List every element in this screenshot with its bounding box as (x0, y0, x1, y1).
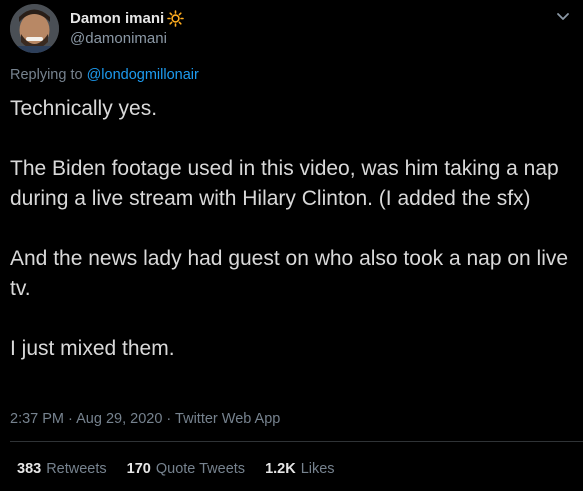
divider (10, 441, 583, 442)
sun-icon (167, 10, 184, 27)
quote-tweets-count: 170 (126, 461, 151, 477)
engagement-stats: 383 Retweets 170 Quote Tweets 1.2K Likes (17, 460, 355, 478)
likes-stat[interactable]: 1.2K Likes (265, 460, 335, 478)
reply-context: Replying to @londogmillonair (10, 66, 199, 84)
tweet-card: Damon imani @damonimani Replying to @lon… (0, 0, 583, 491)
tweet-date[interactable]: Aug 29, 2020 (76, 411, 162, 427)
chevron-down-icon[interactable] (556, 9, 570, 20)
likes-label: Likes (300, 461, 335, 477)
meta-separator: · (166, 411, 172, 427)
reply-prefix: Replying to (10, 67, 83, 83)
name-row: Damon imani (70, 9, 184, 28)
handle[interactable]: @damonimani (70, 29, 184, 48)
tweet-time[interactable]: 2:37 PM (10, 411, 64, 427)
tweet-paragraph: The Biden footage used in this video, wa… (10, 157, 559, 210)
author-block[interactable]: Damon imani @damonimani (70, 9, 184, 48)
avatar[interactable] (10, 4, 59, 53)
quote-tweets-label: Quote Tweets (155, 461, 246, 477)
reply-mention-link[interactable]: @londogmillonair (87, 67, 199, 83)
tweet-paragraph: And the news lady had guest on who also … (10, 247, 569, 300)
retweets-count: 383 (17, 461, 42, 477)
meta-separator: · (68, 411, 73, 427)
tweet-paragraph: I just mixed them. (10, 337, 175, 360)
tweet-metadata: 2:37 PM · Aug 29, 2020 · Twitter Web App (10, 410, 280, 428)
quote-tweets-stat[interactable]: 170 Quote Tweets (127, 460, 245, 478)
tweet-source[interactable]: Twitter Web App (175, 411, 280, 427)
likes-count: 1.2K (265, 461, 296, 477)
avatar-image (10, 4, 59, 53)
retweets-stat[interactable]: 383 Retweets (17, 460, 107, 478)
tweet-text: Technically yes. The Biden footage used … (10, 94, 575, 364)
retweets-label: Retweets (46, 461, 107, 477)
display-name[interactable]: Damon imani (70, 9, 164, 28)
tweet-paragraph: Technically yes. (10, 97, 158, 120)
